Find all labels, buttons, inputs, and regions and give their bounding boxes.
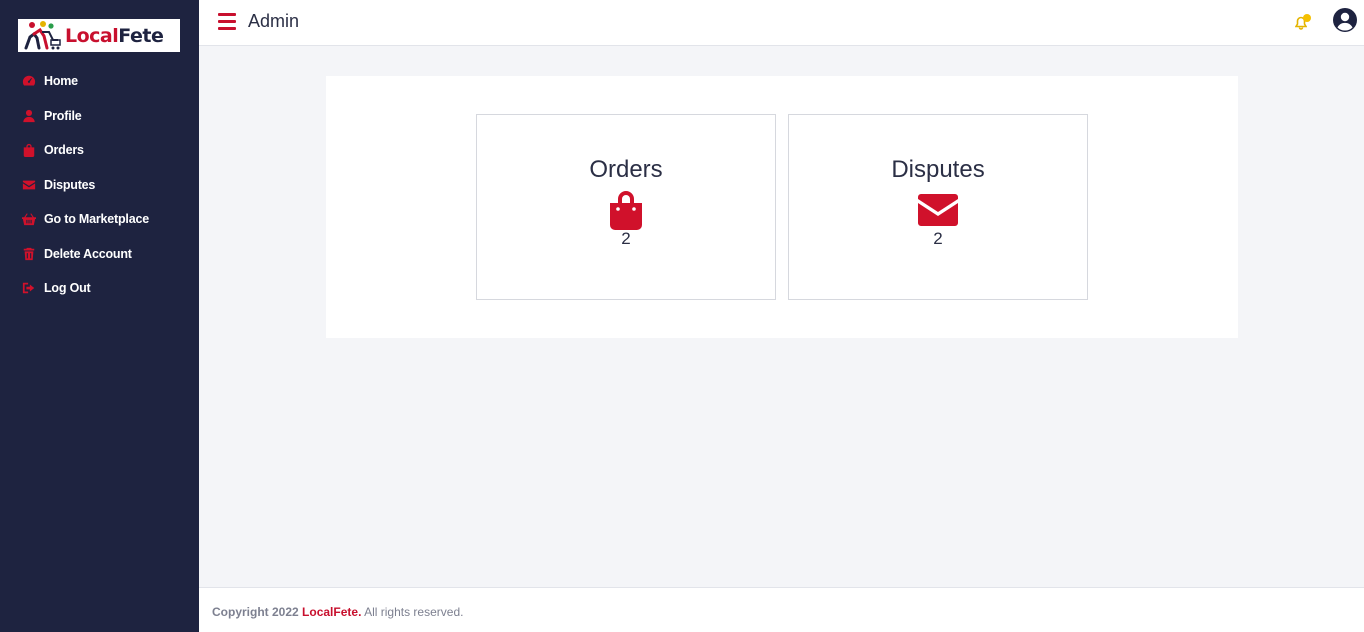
dashboard-icon	[21, 73, 37, 89]
brand-logo[interactable]: LocalFete	[18, 19, 180, 52]
sidebar-item-label: Delete Account	[44, 246, 132, 261]
sign-out-icon	[21, 280, 37, 296]
shopping-bag-icon	[477, 190, 775, 230]
sidebar-nav: Home Profile Orders Disputes Go to Marke…	[0, 64, 199, 306]
user-circle-icon	[1333, 8, 1357, 32]
sidebar-item-disputes[interactable]: Disputes	[0, 168, 199, 203]
sidebar-item-label: Disputes	[44, 177, 96, 192]
notification-badge	[1303, 14, 1311, 22]
sidebar: LocalFete Home Profile Orders Disputes G…	[0, 0, 199, 632]
copyright-prefix: Copyright 2022	[212, 605, 299, 619]
user-account-button[interactable]	[1333, 8, 1357, 32]
footer: Copyright 2022 LocalFete. All rights res…	[199, 587, 1364, 632]
dashboard-panel: Orders 2 Disputes 2	[326, 76, 1238, 338]
card-count: 2	[621, 229, 631, 248]
footer-brand-link[interactable]: LocalFete.	[302, 605, 361, 619]
basket-icon	[21, 211, 37, 227]
sidebar-item-label: Orders	[44, 143, 84, 158]
hamburger-icon[interactable]	[218, 13, 236, 31]
sidebar-item-logout[interactable]: Log Out	[0, 271, 199, 306]
sidebar-item-profile[interactable]: Profile	[0, 99, 199, 134]
copyright-suffix: All rights reserved.	[364, 605, 464, 619]
brand-name: LocalFete	[65, 24, 164, 47]
top-bar: Admin	[199, 0, 1364, 46]
envelope-icon	[21, 177, 37, 193]
copyright-text: Copyright 2022 LocalFete. All rights res…	[212, 605, 463, 619]
logo-figures-icon	[24, 21, 61, 50]
shopping-bag-icon	[21, 142, 37, 158]
card-count: 2	[933, 229, 943, 248]
disputes-card[interactable]: Disputes 2	[788, 114, 1088, 300]
sidebar-item-delete-account[interactable]: Delete Account	[0, 237, 199, 272]
card-title: Orders	[589, 156, 663, 183]
orders-card[interactable]: Orders 2	[476, 114, 776, 300]
page-title: Admin	[248, 11, 300, 31]
sidebar-item-label: Go to Marketplace	[44, 212, 149, 227]
sidebar-item-orders[interactable]: Orders	[0, 133, 199, 168]
sidebar-item-home[interactable]: Home	[0, 64, 199, 99]
card-title: Disputes	[891, 156, 985, 183]
sidebar-item-label: Home	[44, 74, 78, 89]
sidebar-item-label: Profile	[44, 108, 82, 123]
trash-icon	[21, 246, 37, 262]
user-icon	[21, 108, 37, 124]
envelope-icon	[789, 190, 1087, 230]
sidebar-item-marketplace[interactable]: Go to Marketplace	[0, 202, 199, 237]
notification-bell-button[interactable]	[1294, 14, 1314, 32]
sidebar-item-label: Log Out	[44, 281, 91, 296]
